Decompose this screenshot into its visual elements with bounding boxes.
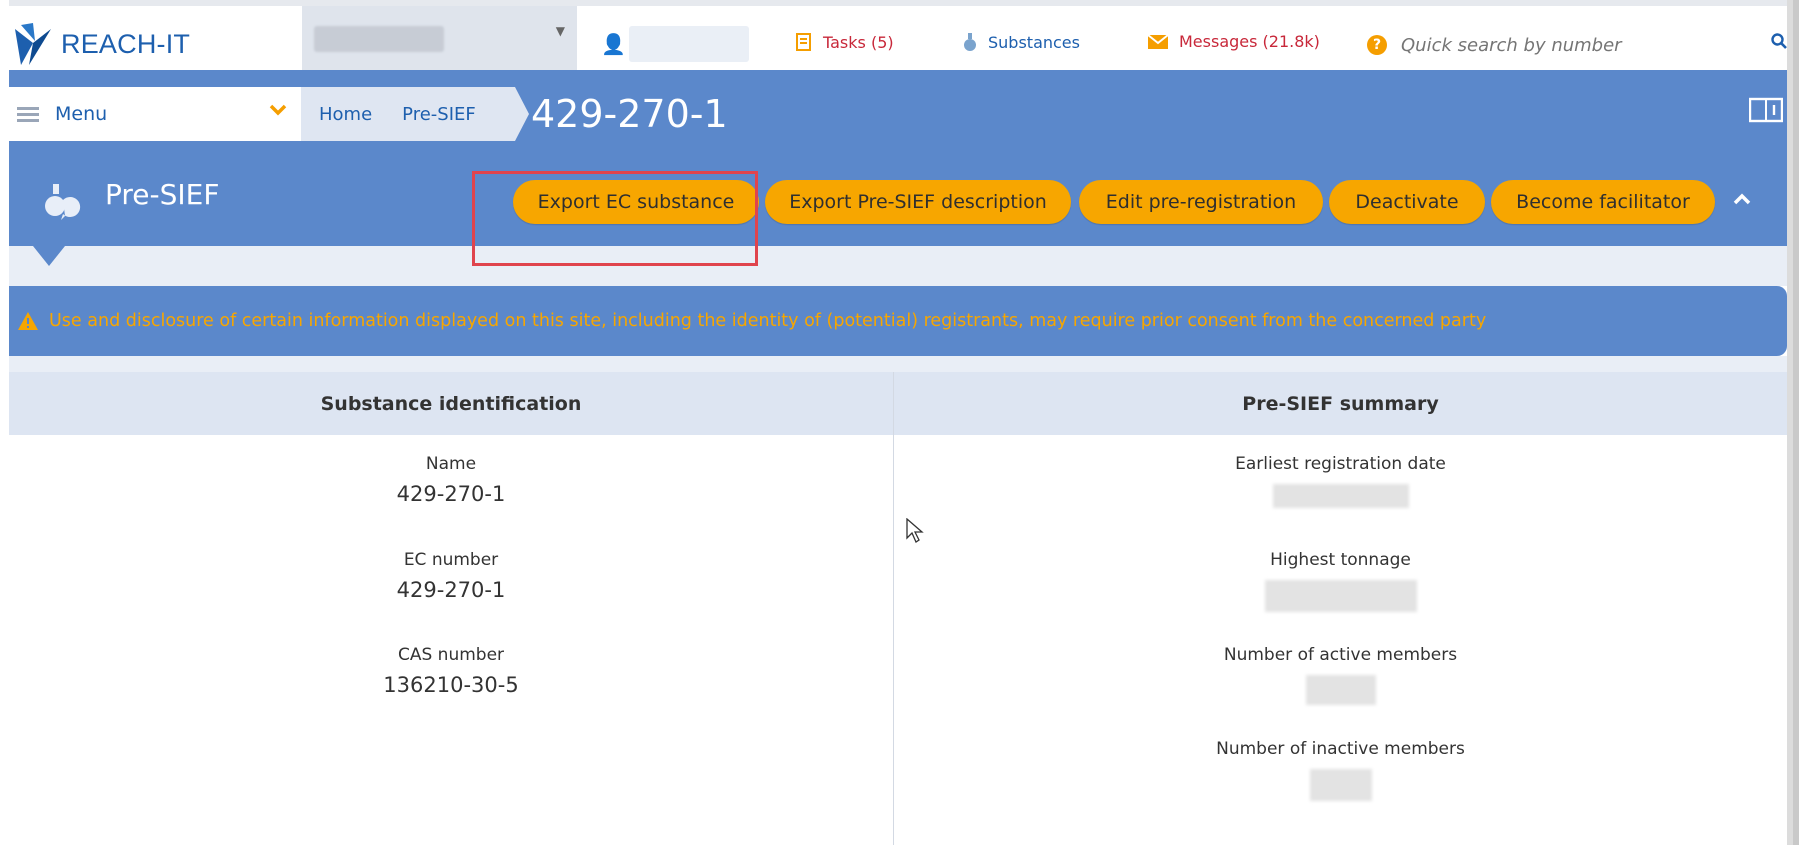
highlight-box	[472, 171, 758, 266]
chevron-up-icon[interactable]	[1733, 192, 1751, 206]
section-pointer	[33, 246, 65, 266]
quick-search-input[interactable]	[1399, 33, 1723, 57]
section-header: Pre-SIEF Export EC substance Export Pre-…	[9, 158, 1787, 246]
warning-banner: Use and disclosure of certain informatio…	[9, 286, 1787, 356]
field-label: EC number	[403, 550, 499, 570]
chevron-down-icon	[269, 104, 287, 116]
reach-it-logo-icon	[15, 23, 51, 65]
help-icon[interactable]: ?	[1367, 35, 1387, 55]
page-title: 429-270-1	[531, 92, 728, 136]
hamburger-icon	[17, 104, 39, 125]
quick-search: ?	[1367, 28, 1767, 62]
user-icon: 👤	[601, 32, 626, 56]
messages-link[interactable]: Messages (21.8k)	[1147, 32, 1320, 51]
cas-number-field: CAS number 136210-30-5	[9, 645, 893, 697]
edit-pre-registration-button[interactable]: Edit pre-registration	[1079, 180, 1323, 224]
warning-text: Use and disclosure of certain informatio…	[49, 311, 1487, 331]
user-name-redacted[interactable]	[629, 26, 749, 62]
redacted-value	[1264, 580, 1417, 612]
breadcrumb-pre-sief[interactable]: Pre-SIEF	[402, 104, 476, 125]
field-label: CAS number	[397, 645, 505, 665]
earliest-registration-date-field: Earliest registration date	[894, 454, 1787, 508]
dropdown-caret-icon: ▼	[555, 24, 565, 38]
content-spacer	[9, 356, 1787, 372]
redacted-value	[1272, 484, 1409, 508]
account-selector[interactable]: ▼	[302, 6, 577, 76]
ec-number-field: EC number 429-270-1	[9, 550, 893, 602]
substance-identification-panel: Substance identification Name 429-270-1 …	[9, 372, 894, 845]
pre-sief-summary-heading: Pre-SIEF summary	[894, 372, 1787, 435]
substances-label: Substances	[988, 32, 1080, 52]
search-icon[interactable]	[1771, 33, 1787, 49]
substance-identification-heading: Substance identification	[9, 372, 893, 435]
envelope-icon	[1147, 33, 1169, 49]
breadcrumb-arrow	[515, 87, 529, 141]
name-field: Name 429-270-1	[9, 454, 893, 506]
become-facilitator-button[interactable]: Become facilitator	[1491, 180, 1715, 224]
menu-button[interactable]: Menu	[9, 87, 301, 141]
export-pre-sief-description-button[interactable]: Export Pre-SIEF description	[765, 180, 1071, 224]
field-label: Highest tonnage	[1270, 550, 1411, 570]
manual-book-icon[interactable]	[1749, 97, 1783, 123]
inactive-members-field: Number of inactive members	[894, 739, 1787, 801]
mouse-cursor-icon	[906, 518, 924, 543]
flask-icon	[964, 33, 976, 51]
top-bar: REACH-IT ▼ 👤 Tasks (5) Substances Messag…	[9, 0, 1787, 76]
messages-label: Messages (21.8k)	[1179, 32, 1320, 51]
scrollbar-track[interactable]	[1793, 0, 1799, 845]
account-name-redacted	[314, 26, 444, 52]
deactivate-button[interactable]: Deactivate	[1329, 180, 1485, 224]
menu-label: Menu	[55, 103, 108, 125]
tasks-label: Tasks (5)	[823, 32, 894, 52]
tasks-icon	[796, 33, 811, 51]
field-label: Number of inactive members	[1216, 739, 1465, 759]
pre-sief-summary-panel: Pre-SIEF summary Earliest registration d…	[894, 372, 1787, 845]
section-spacer	[9, 246, 1787, 286]
redacted-value	[1305, 675, 1376, 705]
breadcrumb: Home Pre-SIEF	[301, 87, 515, 141]
breadcrumb-home[interactable]: Home	[319, 104, 372, 125]
field-label: Number of active members	[1223, 645, 1458, 665]
field-label: Earliest registration date	[1235, 454, 1446, 474]
chemical-flask-icon	[45, 184, 81, 220]
field-value: 429-270-1	[396, 578, 506, 602]
logo-text: REACH-IT	[61, 28, 191, 59]
highest-tonnage-field: Highest tonnage	[894, 550, 1787, 612]
substances-link[interactable]: Substances	[962, 32, 1080, 52]
detail-columns: Substance identification Name 429-270-1 …	[9, 372, 1787, 845]
field-value: 136210-30-5	[383, 673, 519, 697]
section-title: Pre-SIEF	[105, 178, 220, 211]
warning-icon	[18, 312, 38, 330]
field-label: Name	[425, 454, 477, 474]
breadcrumb-bar: Menu Home Pre-SIEF 429-270-1	[9, 70, 1787, 158]
redacted-value	[1309, 769, 1372, 801]
field-value: 429-270-1	[396, 482, 506, 506]
active-members-field: Number of active members	[894, 645, 1787, 705]
window-edge-left	[0, 0, 9, 845]
app-window: REACH-IT ▼ 👤 Tasks (5) Substances Messag…	[9, 0, 1787, 845]
tasks-link[interactable]: Tasks (5)	[795, 32, 894, 52]
logo[interactable]: REACH-IT	[11, 20, 211, 68]
